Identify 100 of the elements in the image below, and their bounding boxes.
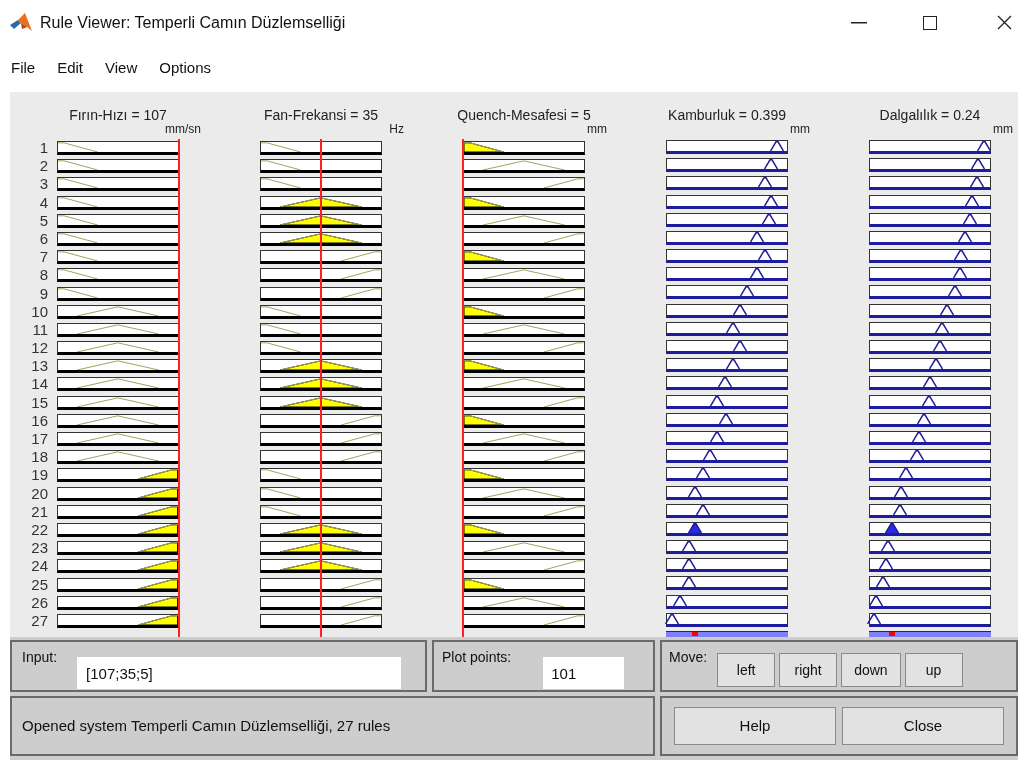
membership-curve xyxy=(138,487,178,498)
rule-number: 7 xyxy=(39,248,49,267)
rule-number: 22 xyxy=(31,520,49,540)
app-logo-icon xyxy=(10,12,32,33)
membership-curve xyxy=(138,469,178,480)
membership-curve xyxy=(341,451,381,462)
maximize-icon[interactable] xyxy=(923,15,937,30)
rule-number: 15 xyxy=(31,393,49,412)
rule-number: 11 xyxy=(32,320,49,340)
menu-item[interactable]: File xyxy=(11,57,36,80)
input-value-line[interactable] xyxy=(178,139,180,637)
plot-points-field[interactable]: 101 xyxy=(543,657,625,689)
membership-curve xyxy=(341,614,381,625)
move-button[interactable]: down xyxy=(841,653,901,687)
rule-number: 17 xyxy=(31,430,49,449)
unit-label: mm/sn xyxy=(165,123,201,135)
membership-curve xyxy=(464,523,504,534)
move-button[interactable]: up xyxy=(904,653,963,687)
membership-curve xyxy=(341,578,381,589)
membership-curve xyxy=(261,323,301,334)
membership-curve xyxy=(464,196,504,207)
menu-item[interactable]: Options xyxy=(159,57,211,80)
dialog-button[interactable]: Close xyxy=(842,707,1004,745)
membership-curve xyxy=(341,414,381,425)
membership-curve xyxy=(544,342,584,353)
membership-curve xyxy=(544,505,584,516)
membership-curve xyxy=(464,305,504,316)
input-field[interactable]: [107;35;5] xyxy=(77,657,402,689)
membership-curve xyxy=(544,560,584,571)
variable-label: Quench-Mesafesi = 5 xyxy=(456,108,592,122)
membership-curve xyxy=(138,542,178,553)
membership-curve xyxy=(58,196,98,207)
rule-number: 14 xyxy=(31,375,49,394)
rule-number: 2 xyxy=(39,157,49,176)
dialog-button[interactable]: Help xyxy=(674,707,836,745)
input-value-line[interactable] xyxy=(320,139,322,637)
membership-curve xyxy=(464,360,504,371)
menu-item[interactable]: View xyxy=(105,57,138,80)
rule-number: 25 xyxy=(31,575,49,594)
unit-label: Hz xyxy=(389,123,404,135)
membership-curve xyxy=(261,505,301,516)
rule-number: 3 xyxy=(39,175,49,194)
unit-label: mm xyxy=(993,123,1013,135)
unit-label: mm xyxy=(790,123,810,135)
membership-curve xyxy=(544,614,584,625)
rule-number: 24 xyxy=(31,557,49,576)
membership-curve xyxy=(464,469,504,480)
membership-curve xyxy=(464,142,504,152)
rule-number: 16 xyxy=(31,411,49,430)
move-button[interactable]: right xyxy=(779,653,838,687)
membership-curve xyxy=(544,232,584,243)
rule-number: 8 xyxy=(39,266,49,285)
membership-curve xyxy=(58,251,98,262)
menu-item[interactable]: Edit xyxy=(57,57,84,80)
plot-points-label: Plot points: xyxy=(442,648,512,667)
variable-label: Fan-Frekansi = 35 xyxy=(263,108,379,122)
membership-curve xyxy=(138,523,178,534)
minimize-icon[interactable] xyxy=(851,21,867,24)
rule-number: 4 xyxy=(39,193,49,212)
membership-curve xyxy=(261,469,301,480)
move-label: Move: xyxy=(669,648,708,667)
membership-curve xyxy=(261,160,301,171)
rule-number: 27 xyxy=(31,611,49,631)
input-label: Input: xyxy=(22,648,58,667)
membership-curve xyxy=(58,232,98,243)
input-value-line[interactable] xyxy=(462,139,464,637)
membership-curve xyxy=(341,433,381,443)
rule-number: 19 xyxy=(31,466,49,485)
rule-number: 26 xyxy=(31,593,49,612)
membership-curve xyxy=(58,269,98,280)
membership-curve xyxy=(341,251,381,262)
membership-curve xyxy=(464,414,504,425)
membership-curve xyxy=(58,287,98,298)
rule-number: 6 xyxy=(39,229,49,249)
membership-curve xyxy=(544,287,584,298)
membership-curve xyxy=(138,596,178,607)
membership-curve xyxy=(58,160,98,171)
rule-number: 1 xyxy=(39,139,49,158)
membership-curve xyxy=(138,614,178,625)
variable-label: Fırın-Hızı = 107 xyxy=(68,108,168,122)
close-icon[interactable] xyxy=(997,15,1012,30)
membership-curve xyxy=(138,505,178,516)
membership-curve xyxy=(544,396,584,407)
membership-curve xyxy=(464,251,504,262)
variable-label: Dalgalılık = 0.24 xyxy=(878,108,982,122)
membership-curve xyxy=(261,342,301,353)
membership-curve xyxy=(544,178,584,189)
rule-number: 5 xyxy=(39,211,49,230)
membership-curve xyxy=(138,578,178,589)
rule-number: 10 xyxy=(31,302,49,321)
move-button[interactable]: left xyxy=(717,653,776,687)
rule-number: 13 xyxy=(31,357,49,376)
membership-curve xyxy=(341,596,381,607)
rule-number: 21 xyxy=(31,502,49,521)
rule-number: 18 xyxy=(31,448,49,467)
rule-number: 23 xyxy=(31,539,49,558)
membership-curve xyxy=(261,305,301,316)
membership-curve xyxy=(138,560,178,571)
membership-curve xyxy=(544,451,584,462)
rule-number: 12 xyxy=(31,339,49,358)
